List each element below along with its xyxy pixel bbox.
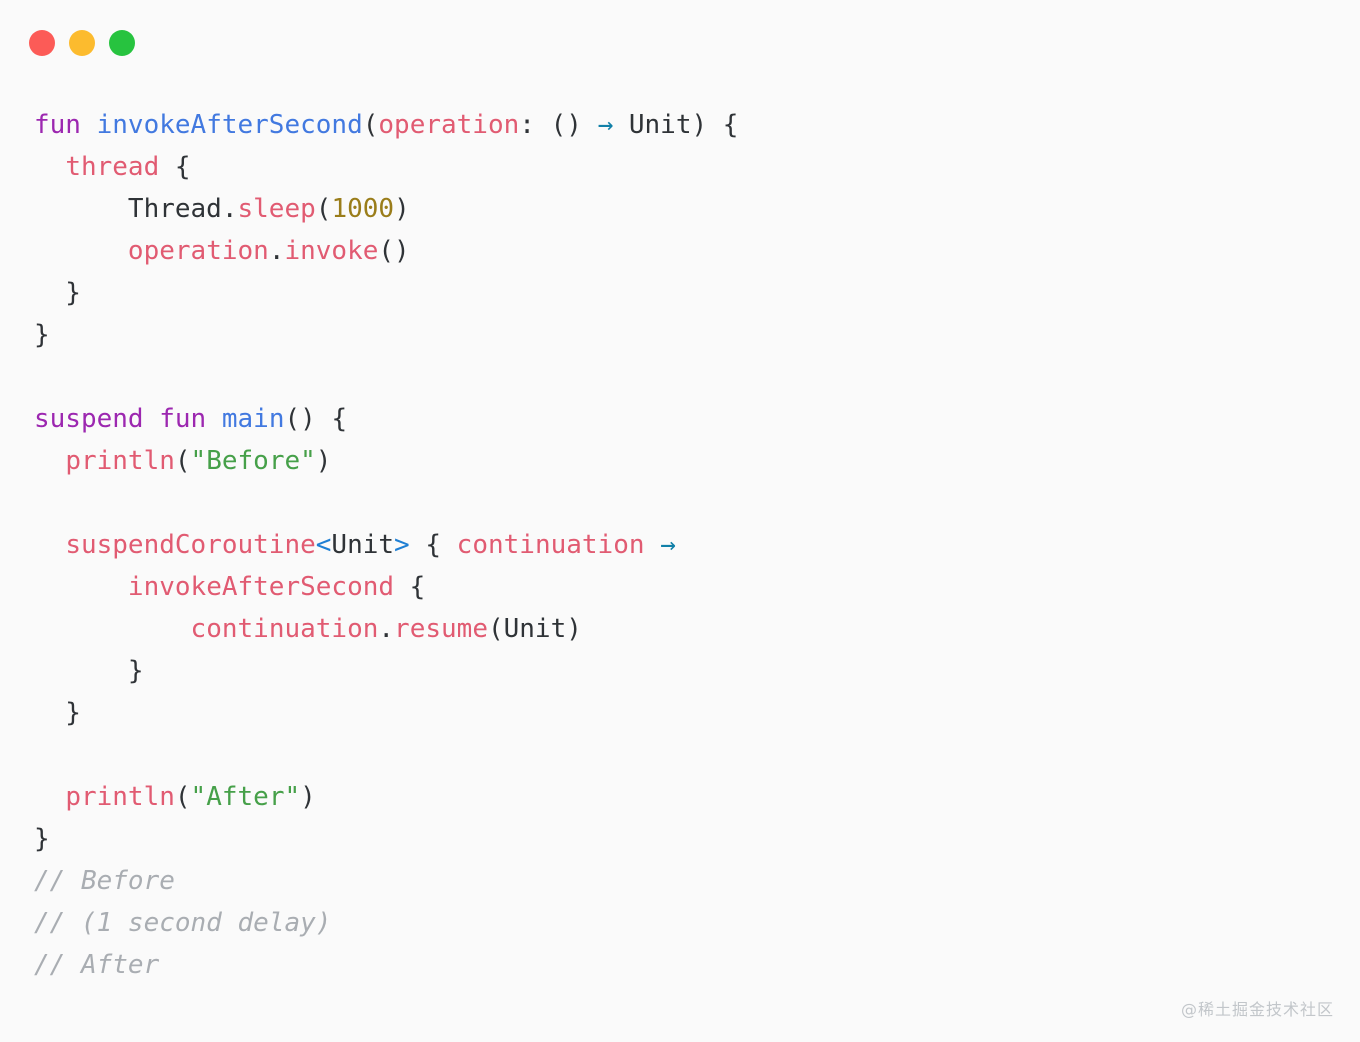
- code-token: suspendCoroutine: [65, 530, 316, 560]
- code-token: 1000: [331, 194, 395, 224]
- code-token: main: [221, 404, 285, 434]
- code-token: () {: [284, 404, 348, 434]
- code-line: thread {: [34, 146, 1324, 188]
- code-token: .: [268, 236, 285, 266]
- window-titlebar: [0, 0, 1360, 86]
- code-line: // Before: [34, 860, 1324, 902]
- code-token: "Before": [190, 446, 316, 476]
- code-line: println("After"): [34, 776, 1324, 818]
- window-traffic-lights: [29, 30, 135, 56]
- code-token: continuation: [456, 530, 645, 560]
- code-token: (: [362, 110, 379, 140]
- code-token: {: [159, 152, 191, 182]
- code-token: >: [394, 530, 410, 560]
- code-token: invokeAfterSecond: [96, 110, 363, 140]
- code-token: thread: [65, 152, 160, 182]
- code-token: println: [65, 446, 175, 476]
- code-token: : (): [519, 110, 598, 140]
- code-line: continuation.resume(Unit): [34, 608, 1324, 650]
- code-token: operation: [378, 110, 520, 140]
- code-token: println: [65, 782, 175, 812]
- code-line: }: [34, 314, 1324, 356]
- code-token: {: [409, 530, 457, 560]
- code-token: ): [300, 782, 316, 812]
- code-block: fun invokeAfterSecond(operation: () → Un…: [34, 104, 1324, 986]
- code-token: fun: [159, 404, 207, 434]
- code-token: (: [174, 446, 191, 476]
- code-screenshot-window: fun invokeAfterSecond(operation: () → Un…: [0, 0, 1360, 1042]
- code-token: .: [378, 614, 395, 644]
- code-line: println("Before"): [34, 440, 1324, 482]
- code-line: // (1 second delay): [34, 902, 1324, 944]
- code-line: }: [34, 818, 1324, 860]
- code-token: sleep: [237, 194, 316, 224]
- code-token: // After: [34, 950, 160, 980]
- code-line: suspend fun main() {: [34, 398, 1324, 440]
- code-line: // After: [34, 944, 1324, 986]
- code-line: operation.invoke(): [34, 230, 1324, 272]
- code-token: operation: [127, 236, 269, 266]
- watermark: @稀土掘金技术社区: [1180, 1000, 1334, 1019]
- code-line: }: [34, 650, 1324, 692]
- code-token: →: [660, 530, 676, 560]
- code-token: ): [315, 446, 332, 476]
- minimize-window-button[interactable]: [69, 30, 95, 56]
- code-token: resume: [394, 614, 488, 644]
- maximize-window-button[interactable]: [109, 30, 135, 56]
- code-token: continuation: [190, 614, 379, 644]
- code-line: }: [34, 272, 1324, 314]
- code-token: "After": [190, 782, 301, 812]
- code-token: // (1 second delay): [34, 908, 332, 938]
- code-token: (): [378, 236, 410, 266]
- code-token: }: [34, 698, 81, 728]
- code-line: }: [34, 692, 1324, 734]
- code-token: Thread.: [34, 194, 238, 224]
- code-token: invokeAfterSecond: [127, 572, 395, 602]
- code-token: (Unit): [487, 614, 582, 644]
- code-token: <: [315, 530, 332, 560]
- code-token: fun: [34, 110, 81, 140]
- code-token: {: [394, 572, 426, 602]
- code-line: Thread.sleep(1000): [34, 188, 1324, 230]
- code-token: suspend: [34, 404, 144, 434]
- code-token: // Before: [34, 866, 175, 896]
- code-token: (: [315, 194, 332, 224]
- code-line: suspendCoroutine<Unit> { continuation →: [34, 524, 1324, 566]
- code-line: invokeAfterSecond {: [34, 566, 1324, 608]
- code-token: }: [34, 824, 50, 854]
- code-token: Unit) {: [613, 110, 739, 140]
- code-token: invoke: [284, 236, 379, 266]
- code-token: Unit: [331, 530, 395, 560]
- code-token: (: [174, 782, 191, 812]
- code-line: fun invokeAfterSecond(operation: () → Un…: [34, 104, 1324, 146]
- code-token: }: [34, 278, 81, 308]
- code-token: →: [597, 110, 614, 140]
- code-token: }: [34, 656, 144, 686]
- code-token: ): [394, 194, 410, 224]
- close-window-button[interactable]: [29, 30, 55, 56]
- code-token: }: [34, 320, 50, 350]
